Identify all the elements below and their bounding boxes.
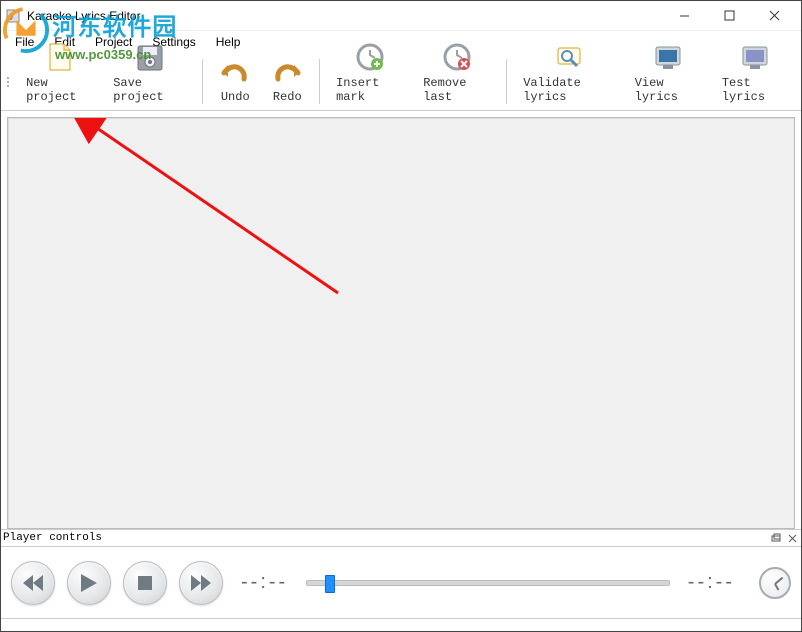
- new-project-icon: [47, 42, 73, 72]
- player-panel-header: Player controls: [1, 529, 801, 547]
- annotation-arrow: [8, 118, 798, 534]
- player-controls: --:-- --:--: [1, 547, 801, 619]
- play-button[interactable]: [67, 561, 111, 605]
- undo-icon: [220, 59, 250, 86]
- remove-last-label: Remove last: [423, 76, 490, 104]
- redo-button[interactable]: Redo: [261, 55, 313, 108]
- save-project-button[interactable]: Save project: [103, 55, 196, 108]
- svg-text:♪: ♪: [9, 12, 14, 23]
- save-project-label: Save project: [113, 76, 186, 104]
- minimize-icon: [679, 10, 690, 21]
- time-elapsed: --:--: [241, 571, 288, 594]
- rewind-icon: [23, 575, 43, 591]
- toolbar-separator: [319, 59, 320, 104]
- panel-float-button[interactable]: [769, 531, 783, 545]
- clock-icon[interactable]: [759, 567, 791, 599]
- insert-mark-label: Insert mark: [336, 76, 403, 104]
- validate-lyrics-label: Validate lyrics: [523, 76, 615, 104]
- validate-lyrics-button[interactable]: Validate lyrics: [513, 55, 625, 108]
- editor-container: [1, 111, 801, 529]
- insert-mark-icon: [355, 42, 385, 72]
- view-lyrics-button[interactable]: View lyrics: [625, 55, 712, 108]
- view-lyrics-icon: [653, 44, 683, 72]
- maximize-button[interactable]: [707, 2, 752, 30]
- seek-thumb[interactable]: [325, 575, 335, 593]
- forward-button[interactable]: [179, 561, 223, 605]
- test-lyrics-icon: [740, 44, 770, 72]
- view-lyrics-label: View lyrics: [635, 76, 702, 104]
- window-titlebar: ♪ Karaoke Lyrics Editor: [1, 1, 801, 31]
- app-icon: ♪: [5, 8, 21, 24]
- remove-last-icon: [442, 42, 472, 72]
- stop-button[interactable]: [123, 561, 167, 605]
- minimize-button[interactable]: [662, 2, 707, 30]
- lyrics-editor[interactable]: [7, 117, 795, 529]
- panel-close-icon: [788, 534, 797, 543]
- undo-label: Undo: [221, 90, 250, 104]
- maximize-icon: [724, 10, 735, 21]
- menu-project[interactable]: Project: [85, 33, 142, 51]
- close-button[interactable]: [752, 2, 797, 30]
- rewind-button[interactable]: [11, 561, 55, 605]
- toolbar: New project Save project Undo Redo Inser…: [1, 53, 801, 111]
- close-icon: [769, 10, 780, 21]
- window-title: Karaoke Lyrics Editor: [27, 9, 141, 23]
- remove-last-button[interactable]: Remove last: [413, 55, 500, 108]
- panel-close-button[interactable]: [785, 531, 799, 545]
- undo-button[interactable]: Undo: [209, 55, 261, 108]
- validate-icon: [554, 42, 584, 72]
- seek-slider[interactable]: [306, 580, 670, 586]
- stop-icon: [138, 576, 152, 590]
- insert-mark-button[interactable]: Insert mark: [326, 55, 413, 108]
- test-lyrics-label: Test lyrics: [722, 76, 789, 104]
- test-lyrics-button[interactable]: Test lyrics: [712, 55, 799, 108]
- new-project-label: New project: [26, 76, 93, 104]
- redo-label: Redo: [273, 90, 302, 104]
- menu-file[interactable]: File: [5, 33, 44, 51]
- player-panel-title: Player controls: [3, 532, 767, 544]
- toolbar-separator: [202, 59, 203, 104]
- menu-help[interactable]: Help: [206, 33, 251, 51]
- save-icon: [136, 44, 164, 72]
- toolbar-handle[interactable]: [7, 55, 12, 108]
- toolbar-separator: [506, 59, 507, 104]
- redo-icon: [272, 59, 302, 86]
- play-icon: [81, 574, 97, 592]
- new-project-button[interactable]: New project: [16, 55, 103, 108]
- time-total: --:--: [688, 571, 735, 594]
- forward-icon: [191, 575, 211, 591]
- float-icon: [771, 533, 781, 543]
